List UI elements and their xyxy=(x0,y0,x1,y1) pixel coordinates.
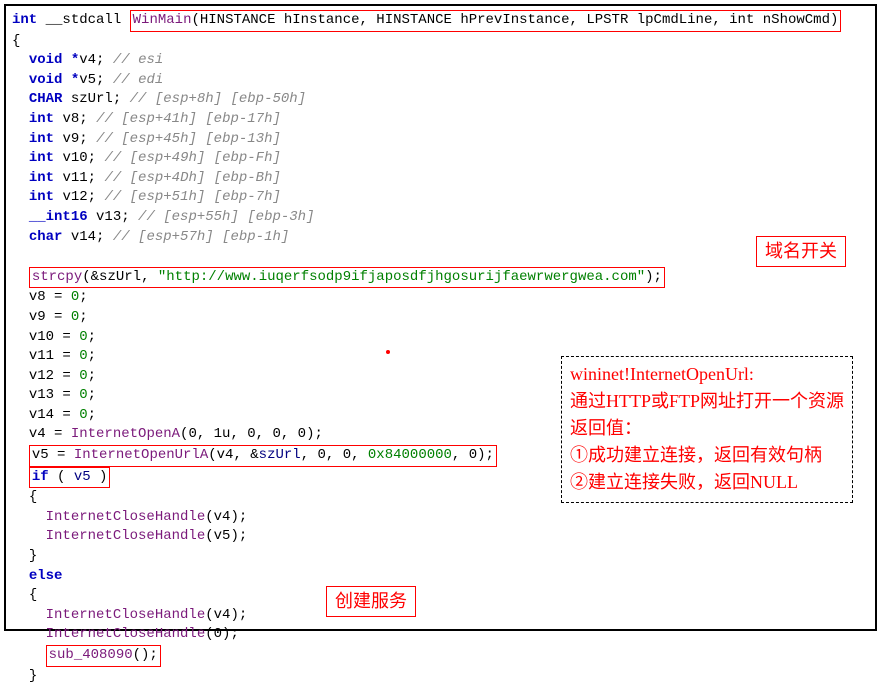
fn-signature-line: int __stdcall WinMain(HINSTANCE hInstanc… xyxy=(12,10,869,32)
brace-open: { xyxy=(12,32,869,52)
decl-v13: __int16 v13; // [esp+55h] [ebp-3h] xyxy=(12,208,869,228)
decl-v14: char v14; // [esp+57h] [ebp-1h] xyxy=(12,228,869,248)
red-dot-icon xyxy=(386,350,390,354)
decl-szurl: CHAR szUrl; // [esp+8h] [ebp-50h] xyxy=(12,90,869,110)
else-brace-open: { xyxy=(12,586,869,606)
else-line: else xyxy=(12,567,869,587)
label-domain-switch: 域名开关 xyxy=(756,236,846,267)
strcpy-line: strcpy(&szUrl, "http://www.iuqerfsodp9if… xyxy=(12,267,869,289)
close-v5: InternetCloseHandle(v5); xyxy=(12,527,869,547)
panel-l1: wininet!InternetOpenUrl: xyxy=(570,361,844,388)
close-0: InternetCloseHandle(0); xyxy=(12,625,869,645)
decl-v11: int v11; // [esp+4Dh] [ebp-Bh] xyxy=(12,169,869,189)
close-v4-b: InternetCloseHandle(v4); xyxy=(12,606,869,626)
if-brace-close: } xyxy=(12,547,869,567)
panel-l2: 通过HTTP或FTP网址打开一个资源 xyxy=(570,388,844,415)
openurl-box: v5 = InternetOpenUrlA(v4, &szUrl, 0, 0, … xyxy=(29,445,497,467)
close-v4-a: InternetCloseHandle(v4); xyxy=(12,508,869,528)
decl-v5: void *v5; // edi xyxy=(12,71,869,91)
strcpy-box: strcpy(&szUrl, "http://www.iuqerfsodp9if… xyxy=(29,267,665,289)
annotation-panel: wininet!InternetOpenUrl: 通过HTTP或FTP网址打开一… xyxy=(561,356,853,503)
decl-v10: int v10; // [esp+49h] [ebp-Fh] xyxy=(12,149,869,169)
decl-v8: int v8; // [esp+41h] [ebp-17h] xyxy=(12,110,869,130)
blank-line xyxy=(12,247,869,267)
assign-v9: v9 = 0; xyxy=(12,308,869,328)
calling-conv: __stdcall xyxy=(46,12,122,28)
fn-signature-box: WinMain(HINSTANCE hInstance, HINSTANCE h… xyxy=(130,10,842,32)
if-box: if ( v5 ) xyxy=(29,467,111,489)
decl-v4: void *v4; // esi xyxy=(12,51,869,71)
fn-name: WinMain xyxy=(133,12,192,28)
panel-l3: 返回值： xyxy=(570,415,844,442)
sub-line: sub_408090(); xyxy=(12,645,869,667)
assign-v8: v8 = 0; xyxy=(12,288,869,308)
code-viewer: int __stdcall WinMain(HINSTANCE hInstanc… xyxy=(4,4,877,631)
else-brace-close: } xyxy=(12,667,869,686)
label-create-service: 创建服务 xyxy=(326,586,416,617)
panel-l4: ①成功建立连接，返回有效句柄 xyxy=(570,442,844,469)
decl-v9: int v9; // [esp+45h] [ebp-13h] xyxy=(12,130,869,150)
decl-v12: int v12; // [esp+51h] [ebp-7h] xyxy=(12,188,869,208)
fn-params: (HINSTANCE hInstance, HINSTANCE hPrevIns… xyxy=(191,12,838,28)
ret-type: int xyxy=(12,12,37,28)
assign-v10: v10 = 0; xyxy=(12,328,869,348)
panel-l5: ②建立连接失败，返回NULL xyxy=(570,469,844,496)
sub-box: sub_408090(); xyxy=(46,645,161,667)
